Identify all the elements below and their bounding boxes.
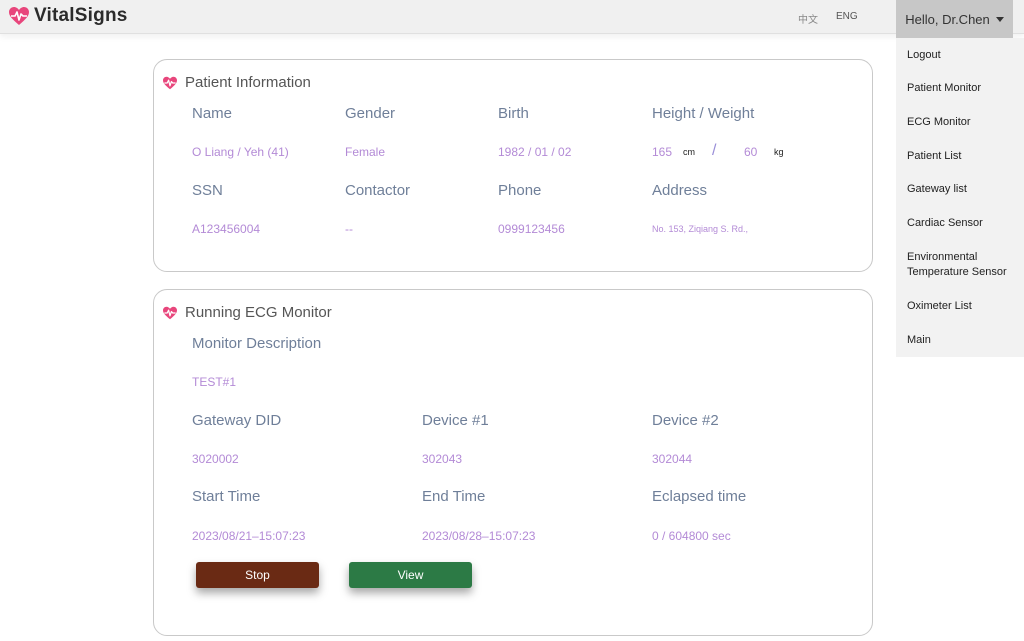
- language-english-link[interactable]: ENG: [836, 11, 858, 22]
- device-2-value: 302044: [652, 452, 693, 466]
- weight-unit: kg: [774, 147, 784, 157]
- ssn-label: SSN: [192, 182, 223, 199]
- top-bar: VitalSigns 中文 ENG: [0, 0, 1024, 34]
- caret-down-icon: [995, 16, 1004, 22]
- height-weight-label: Height / Weight: [652, 105, 755, 122]
- running-ecg-monitor-card: Running ECG Monitor Monitor Description …: [153, 289, 873, 636]
- menu-item-patient-monitor[interactable]: Patient Monitor: [907, 81, 1021, 96]
- monitor-description-value: TEST#1: [192, 375, 237, 389]
- elapsed-time-label: Eclapsed time: [652, 488, 747, 505]
- address-value: No. 153, Ziqiang S. Rd.,: [652, 224, 749, 234]
- height-value: 165: [652, 145, 673, 159]
- running-ecg-monitor-title: Running ECG Monitor: [185, 304, 332, 321]
- user-dropdown-menu: Logout Patient Monitor ECG Monitor Patie…: [896, 38, 1024, 357]
- menu-item-gateway-list[interactable]: Gateway list: [907, 182, 1021, 197]
- end-time-label: End Time: [422, 488, 486, 505]
- phone-label: Phone: [498, 182, 542, 199]
- height-unit: cm: [683, 147, 695, 157]
- menu-item-ecg-monitor[interactable]: ECG Monitor: [907, 115, 1021, 130]
- menu-item-cardiac-sensor[interactable]: Cardiac Sensor: [907, 216, 1021, 231]
- height-weight-separator: /: [712, 142, 717, 159]
- gender-value: Female: [345, 145, 386, 159]
- patient-information-card: Patient Information Name Gender Birth He…: [153, 59, 873, 272]
- name-label: Name: [192, 105, 233, 122]
- user-greeting: Hello, Dr.Chen: [905, 11, 990, 27]
- contactor-value: --: [345, 222, 353, 236]
- patient-information-title: Patient Information: [185, 74, 311, 91]
- view-button[interactable]: View: [349, 562, 472, 588]
- menu-item-logout[interactable]: Logout: [907, 48, 1021, 63]
- device-2-label: Device #2: [652, 412, 719, 429]
- ssn-value: A123456004: [192, 222, 261, 236]
- card-title: Patient Information: [162, 74, 311, 91]
- menu-item-environmental-temperature-sensor[interactable]: Environmental Temperature Sensor: [907, 250, 1021, 280]
- elapsed-time-value: 0 / 604800 sec: [652, 529, 731, 543]
- heart-pulse-icon: [8, 6, 30, 26]
- end-time-value: 2023/08/28–15:07:23: [422, 529, 536, 543]
- brand-logo[interactable]: VitalSigns: [8, 5, 128, 27]
- menu-item-oximeter-list[interactable]: Oximeter List: [907, 299, 1021, 314]
- menu-item-main[interactable]: Main: [907, 333, 1021, 348]
- contactor-label: Contactor: [345, 182, 411, 199]
- device-1-label: Device #1: [422, 412, 489, 429]
- heart-pulse-icon: [162, 76, 178, 90]
- gender-label: Gender: [345, 105, 396, 122]
- birth-label: Birth: [498, 105, 529, 122]
- heart-pulse-icon: [162, 306, 178, 320]
- menu-item-patient-list[interactable]: Patient List: [907, 149, 1021, 164]
- language-chinese-link[interactable]: 中文: [798, 11, 818, 26]
- brand-name: VitalSigns: [34, 5, 128, 26]
- card-title: Running ECG Monitor: [162, 304, 332, 321]
- address-label: Address: [652, 182, 708, 199]
- stop-button[interactable]: Stop: [196, 562, 319, 588]
- user-menu-button[interactable]: Hello, Dr.Chen: [896, 0, 1013, 38]
- birth-value: 1982 / 01 / 02: [498, 145, 572, 159]
- monitor-description-label: Monitor Description: [192, 335, 322, 352]
- start-time-value: 2023/08/21–15:07:23: [192, 529, 306, 543]
- gateway-did-label: Gateway DID: [192, 412, 282, 429]
- gateway-did-value: 3020002: [192, 452, 239, 466]
- start-time-label: Start Time: [192, 488, 261, 505]
- phone-value: 0999123456: [498, 222, 565, 236]
- device-1-value: 302043: [422, 452, 463, 466]
- weight-value: 60: [744, 145, 758, 159]
- name-value: O Liang / Yeh (41): [192, 145, 289, 159]
